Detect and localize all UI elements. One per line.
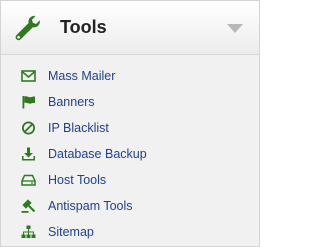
flag-icon <box>22 96 35 109</box>
menu-item-label: Antispam Tools <box>48 199 133 213</box>
wrench-icon <box>15 15 40 41</box>
menu-item-host-tools[interactable]: Host Tools <box>1 167 259 193</box>
chevron-down-icon[interactable] <box>227 24 243 33</box>
tools-menu: Mass Mailer Banners IP Blacklist Databas… <box>1 63 259 245</box>
tools-panel: Tools Mass Mailer Banners IP Blacklist D… <box>0 0 260 247</box>
hard-drive-icon <box>21 174 36 186</box>
menu-item-label: Host Tools <box>48 173 107 187</box>
menu-item-label: Sitemap <box>48 225 94 239</box>
menu-item-label: IP Blacklist <box>48 121 109 135</box>
ban-icon <box>22 121 35 135</box>
sitemap-icon <box>21 225 36 238</box>
menu-item-database-backup[interactable]: Database Backup <box>1 141 259 167</box>
menu-item-sitemap[interactable]: Sitemap <box>1 219 259 245</box>
menu-item-label: Database Backup <box>48 147 147 161</box>
menu-item-label: Mass Mailer <box>48 69 116 83</box>
gavel-icon <box>21 199 36 213</box>
menu-item-ip-blacklist[interactable]: IP Blacklist <box>1 115 259 141</box>
envelope-icon <box>21 70 36 82</box>
menu-item-antispam-tools[interactable]: Antispam Tools <box>1 193 259 219</box>
panel-title: Tools <box>60 17 107 37</box>
download-icon <box>22 147 35 161</box>
menu-item-mass-mailer[interactable]: Mass Mailer <box>1 63 259 89</box>
panel-header[interactable]: Tools <box>1 1 259 55</box>
menu-item-label: Banners <box>48 95 95 109</box>
menu-item-banners[interactable]: Banners <box>1 89 259 115</box>
